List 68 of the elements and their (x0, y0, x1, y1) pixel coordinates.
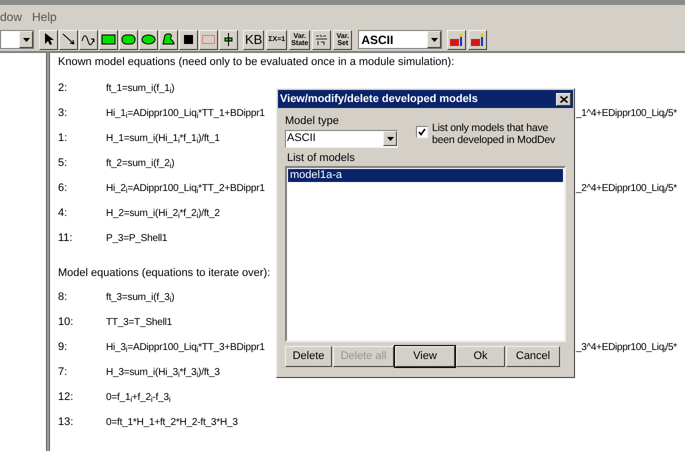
equation-number: 11: (58, 231, 74, 246)
list-label: List of models (287, 150, 356, 166)
dialog-button[interactable]: View (395, 346, 455, 367)
equation-number: 4: (58, 206, 68, 222)
equation-text: ft_2=sum_i(f_2$_{i}$) (106, 157, 174, 171)
equation-text: Hi_1$_{i}$=ADippr100_Liq$_{i}$*TT_1+BDippr1 (106, 107, 265, 121)
equation-number: 7: (58, 365, 68, 380)
model-type-value: ASCII (286, 131, 316, 146)
equation-text: _1^4+EDippr100_Liq$_{i}$/5* (576, 107, 677, 121)
equation-text: TT_3=T_Shell1 (106, 316, 172, 330)
model-type-combo[interactable]: ASCII (285, 130, 398, 148)
dialog-title: View/modify/delete developed models (280, 92, 478, 107)
pointer-icon[interactable] (39, 30, 58, 50)
equation-text: H_3=sum_i(Hi_3$_{i}$*f_3$_{i}$)/ft_3 (106, 366, 220, 380)
equation-number: 9: (58, 340, 68, 356)
close-icon (560, 96, 568, 102)
format-value: ASCII (360, 32, 394, 48)
checkbox[interactable] (416, 126, 428, 138)
equation-text: ft_1=sum_i(f_1$_{i}$) (106, 82, 174, 96)
equation-text: _2^4+EDippr100_Liq$_{i}$/5* (576, 182, 677, 196)
checkbox-label: List only models that have been developed in ModDev (432, 122, 556, 146)
dialog-button[interactable]: Ok (456, 346, 505, 367)
format-combo[interactable]: ASCII (358, 30, 442, 49)
caret-icon (430, 38, 438, 42)
equation-number: 6: (58, 181, 68, 196)
equation-text: Hi_3$_{i}$=ADippr100_Liq$_{i}$*TT_3+BDippr1 (106, 341, 265, 355)
formula-icon[interactable] (312, 30, 332, 50)
dropdown-button[interactable] (383, 131, 397, 146)
equation-text: P_3=P_Shell1 (106, 232, 168, 246)
equation-number: 3: (58, 106, 68, 122)
caret-icon (22, 38, 30, 42)
menu-item[interactable]: Help (32, 8, 57, 26)
equation-number: 13: (58, 415, 74, 430)
equation-text: 0=f_1$_{i}$+f_2$_{i}$-f_3$_{i}$ (106, 391, 170, 405)
dropdown-button[interactable] (19, 31, 33, 48)
dialog-button[interactable]: Cancel (506, 346, 560, 367)
rectangle-icon[interactable] (99, 30, 118, 50)
section-heading: Model equations (equations to iterate over): (58, 266, 270, 281)
equation-number: 12: (58, 390, 74, 406)
combo-box[interactable] (0, 30, 34, 49)
rounded-rectangle-icon[interactable] (119, 30, 138, 50)
dropdown-button[interactable] (427, 31, 442, 48)
list-item[interactable]: model1a-a (288, 169, 563, 182)
model-tool-icon[interactable] (447, 30, 466, 50)
equation-text: 0=ft_1*H_1+ft_2*H_2-ft_3*H_3 (106, 416, 238, 430)
equation-text: _3^4+EDippr100_Liq$_{i}$/5* (576, 341, 677, 355)
connector-icon[interactable] (219, 30, 238, 50)
square-icon[interactable] (179, 30, 198, 50)
toolbar-button[interactable]: KB (243, 30, 264, 50)
equation-text: Hi_2$_{i}$=ADippr100_Liq$_{i}$*TT_2+BDippr1 (106, 182, 265, 196)
wave-icon[interactable] (79, 30, 98, 50)
equation-text: ft_3=sum_i(f_3$_{i}$) (106, 291, 174, 305)
blob-icon[interactable] (159, 30, 178, 50)
equation-text: H_1=sum_i(Hi_1$_{i}$*f_1$_{i}$)/ft_1 (106, 132, 220, 146)
field-label: Model type (285, 114, 340, 129)
equation-number: 5: (58, 156, 68, 172)
close-button[interactable] (556, 92, 571, 106)
dialog-button[interactable]: Delete (285, 346, 332, 367)
dotted-rectangle-icon[interactable] (199, 30, 218, 50)
equation-number: 8: (58, 290, 68, 306)
equation-number: 1: (58, 131, 68, 146)
section-heading: Known model equations (need only to be evaluated once in a module simulation): (58, 55, 454, 70)
equation-number: 2: (58, 81, 68, 96)
caret-icon (386, 136, 394, 140)
model-tool-icon[interactable] (468, 30, 488, 50)
menu-item[interactable]: dow (0, 8, 22, 26)
equation-text: H_2=sum_i(Hi_2$_{i}$*f_2$_{i}$)/ft_2 (106, 207, 220, 221)
equation-number: 10: (58, 315, 74, 330)
